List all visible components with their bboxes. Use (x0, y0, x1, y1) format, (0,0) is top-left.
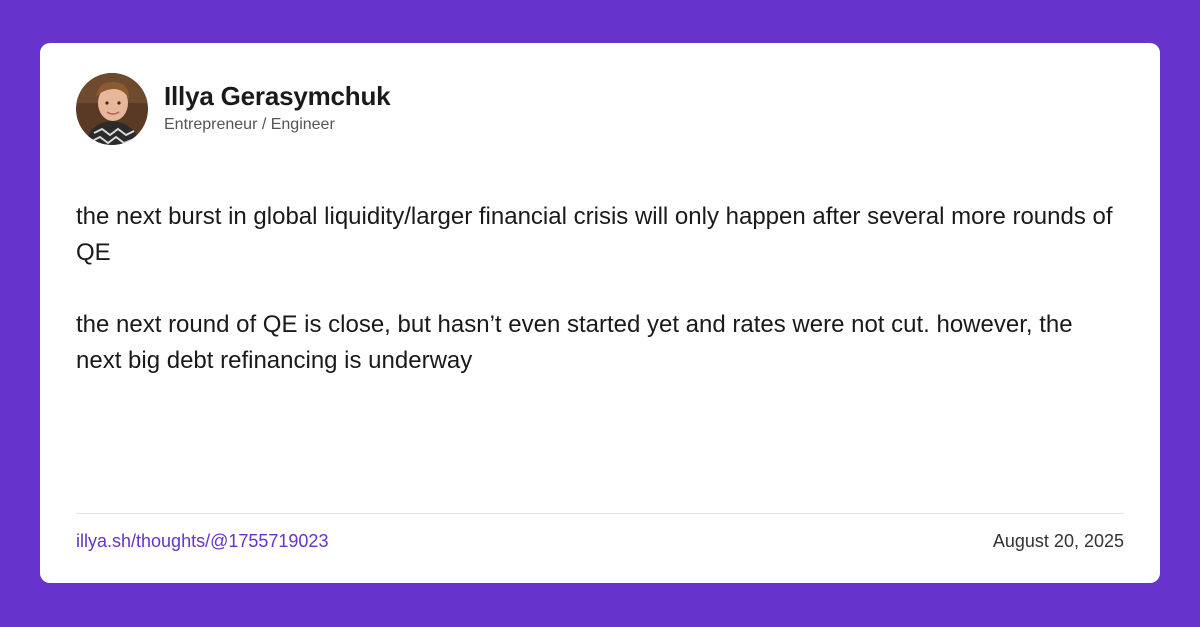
post-paragraph: the next burst in global liquidity/large… (76, 203, 1113, 266)
author-title: Entrepreneur / Engineer (164, 116, 335, 133)
post-body: the next burst in global liquidity/large… (76, 199, 1116, 415)
avatar[interactable] (76, 73, 148, 145)
post-permalink[interactable]: illya.sh/thoughts/@1755719023 (76, 530, 328, 552)
author-info: Illya Gerasymchuk Entrepreneur / Enginee… (164, 81, 391, 135)
post-header: Illya Gerasymchuk Entrepreneur / Enginee… (76, 73, 391, 145)
footer-divider (76, 513, 1124, 514)
post-paragraph: the next round of QE is close, but hasn’… (76, 311, 1073, 374)
post-card: Illya Gerasymchuk Entrepreneur / Enginee… (40, 43, 1160, 583)
avatar-photo (76, 73, 148, 145)
post-date: August 20, 2025 (992, 531, 1124, 551)
author-name[interactable]: Illya Gerasymchuk (164, 81, 391, 111)
